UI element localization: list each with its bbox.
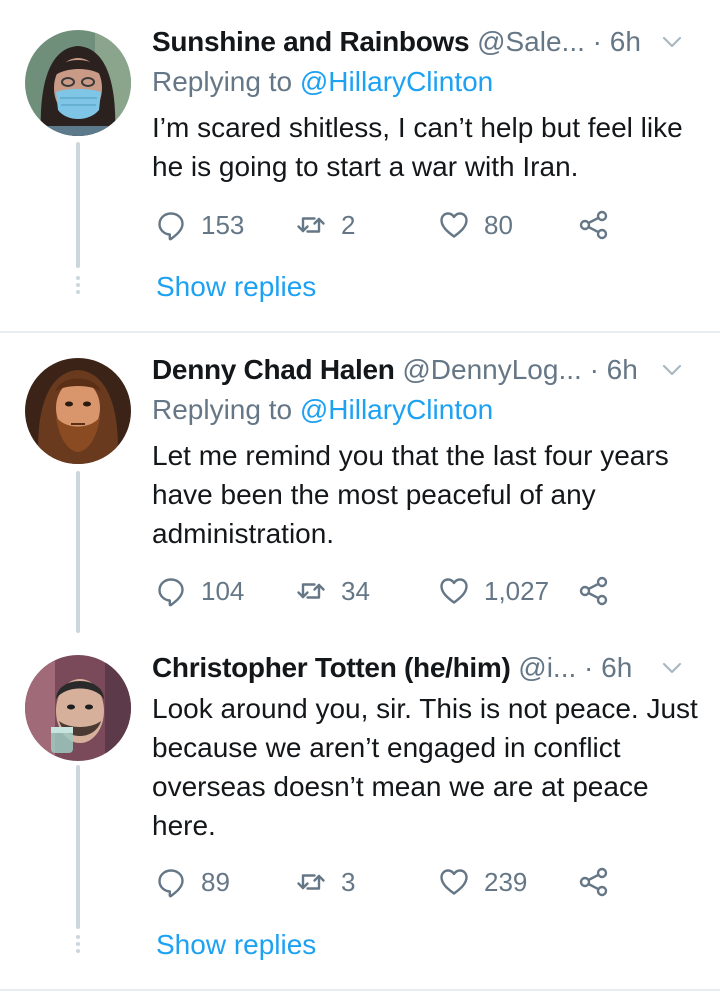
like-icon xyxy=(438,866,470,898)
replying-to: Replying to @HillaryClinton xyxy=(152,390,493,430)
timestamp[interactable]: · 6h xyxy=(593,26,641,57)
tweet-header: Christopher Totten (he/him) @i... · 6h xyxy=(152,648,710,688)
thread-dots xyxy=(75,935,81,956)
thread-line xyxy=(76,142,80,268)
user-handle[interactable]: @i... xyxy=(518,652,576,683)
timestamp[interactable]: · 6h xyxy=(590,354,638,385)
show-replies-link[interactable]: Show replies xyxy=(156,267,316,307)
tweet[interactable]: Denny Chad Halen @DennyLog... · 6h Reply… xyxy=(0,333,720,633)
tweet-header: Sunshine and Rainbows @Sale... · 6h xyxy=(152,22,710,62)
share-button[interactable] xyxy=(578,205,624,245)
tweet-text: Look around you, sir. This is not peace.… xyxy=(152,693,698,841)
share-icon xyxy=(578,575,610,607)
thread-dots xyxy=(75,276,81,297)
reply-count: 89 xyxy=(201,866,230,897)
like-button[interactable]: 80 xyxy=(438,205,513,245)
retweet-icon xyxy=(295,209,327,241)
avatar[interactable] xyxy=(25,358,131,464)
timestamp[interactable]: · 6h xyxy=(584,652,632,683)
tweet-text: I’m scared shitless, I can’t help but fe… xyxy=(152,112,683,182)
reply-button[interactable]: 104 xyxy=(155,571,244,611)
replying-to: Replying to @HillaryClinton xyxy=(152,62,493,102)
like-count: 239 xyxy=(484,866,528,897)
retweet-button[interactable]: 34 xyxy=(295,571,370,611)
like-icon xyxy=(438,209,470,241)
display-name[interactable]: Sunshine and Rainbows xyxy=(152,26,470,57)
retweet-icon xyxy=(295,575,327,607)
tweet-text: Let me remind you that the last four yea… xyxy=(152,440,669,549)
retweet-count: 3 xyxy=(341,866,356,897)
avatar[interactable] xyxy=(25,655,131,761)
reply-button[interactable]: 153 xyxy=(155,205,244,245)
tweet[interactable]: Christopher Totten (he/him) @i... · 6h L… xyxy=(0,633,720,991)
user-handle[interactable]: @Sale... xyxy=(477,26,585,57)
chevron-down-icon[interactable] xyxy=(660,30,684,54)
share-icon xyxy=(578,209,610,241)
tweet-actions: 104 34 1,027 xyxy=(155,571,625,611)
mention-link[interactable]: @HillaryClinton xyxy=(300,66,493,97)
like-button[interactable]: 239 xyxy=(438,862,527,902)
like-icon xyxy=(438,575,470,607)
chevron-down-icon[interactable] xyxy=(660,358,684,382)
user-handle[interactable]: @DennyLog... xyxy=(402,354,581,385)
divider xyxy=(0,989,720,991)
thread-line xyxy=(76,471,80,633)
reply-count: 104 xyxy=(201,575,245,606)
replying-prefix: Replying to xyxy=(152,66,300,97)
display-name[interactable]: Christopher Totten (he/him) xyxy=(152,652,511,683)
reply-icon xyxy=(155,209,187,241)
retweet-count: 2 xyxy=(341,209,356,240)
like-count: 80 xyxy=(484,209,513,240)
show-replies-link[interactable]: Show replies xyxy=(156,925,316,965)
reply-icon xyxy=(155,575,187,607)
share-button[interactable] xyxy=(578,571,624,611)
like-count: 1,027 xyxy=(484,575,550,606)
avatar[interactable] xyxy=(25,30,131,136)
thread-line xyxy=(76,765,80,929)
share-button[interactable] xyxy=(578,862,624,902)
share-icon xyxy=(578,866,610,898)
retweet-count: 34 xyxy=(341,575,370,606)
retweet-icon xyxy=(295,866,327,898)
tweet-actions: 153 2 80 xyxy=(155,205,625,245)
mention-link[interactable]: @HillaryClinton xyxy=(300,394,493,425)
tweet[interactable]: Sunshine and Rainbows @Sale... · 6h Repl… xyxy=(0,0,720,332)
chevron-down-icon[interactable] xyxy=(660,656,684,680)
reply-button[interactable]: 89 xyxy=(155,862,230,902)
reply-count: 153 xyxy=(201,209,245,240)
tweet-header: Denny Chad Halen @DennyLog... · 6h xyxy=(152,350,710,390)
reply-icon xyxy=(155,866,187,898)
tweet-actions: 89 3 239 xyxy=(155,862,625,902)
replying-prefix: Replying to xyxy=(152,394,300,425)
display-name[interactable]: Denny Chad Halen xyxy=(152,354,395,385)
retweet-button[interactable]: 3 xyxy=(295,862,355,902)
like-button[interactable]: 1,027 xyxy=(438,571,549,611)
retweet-button[interactable]: 2 xyxy=(295,205,355,245)
